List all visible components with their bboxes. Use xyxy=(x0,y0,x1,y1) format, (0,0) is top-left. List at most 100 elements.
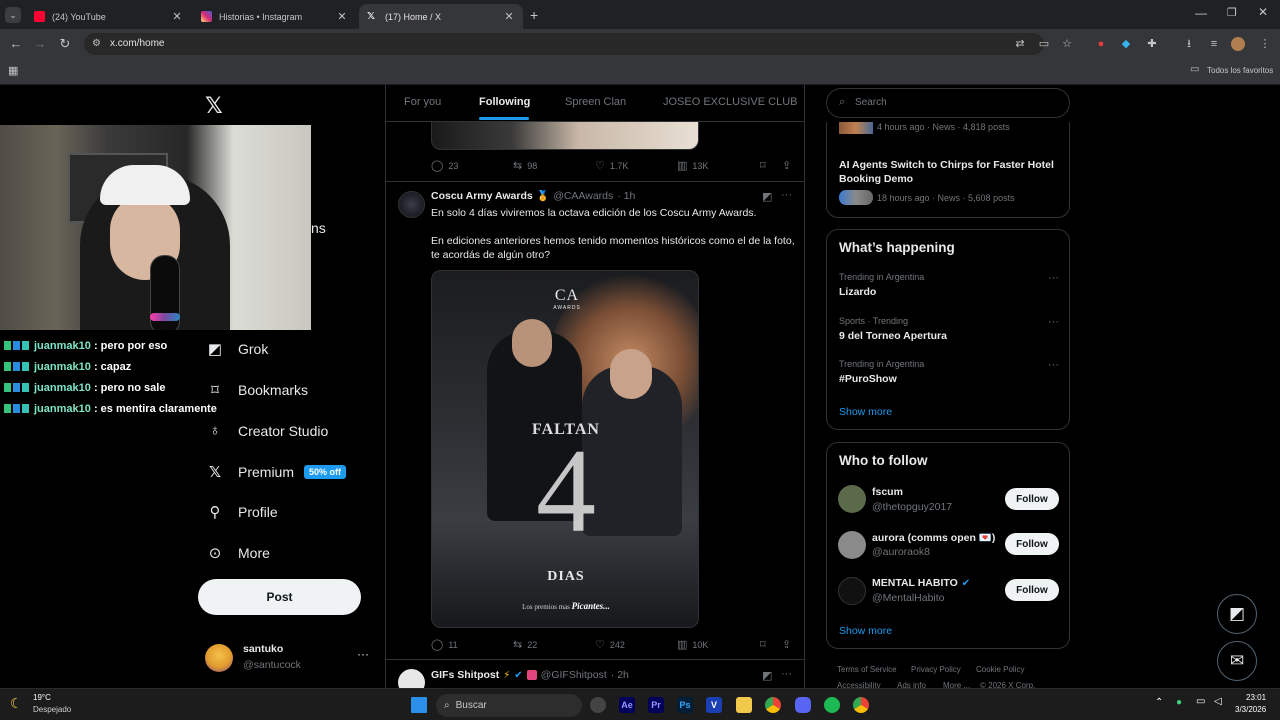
avatar[interactable] xyxy=(838,485,866,513)
share-action[interactable]: ⇪ xyxy=(782,159,796,172)
footer-link[interactable]: Terms of Service xyxy=(837,665,897,674)
windows-start-icon[interactable] xyxy=(411,697,427,713)
all-bookmarks-label[interactable]: Todos los favoritos xyxy=(1207,66,1273,75)
sidebar-item-more[interactable]: ⊙ More xyxy=(205,544,270,562)
tray-chevron-icon[interactable]: ⌃ xyxy=(1155,697,1163,708)
repost-action[interactable]: ⇆ 98 xyxy=(513,159,537,172)
footer-link[interactable]: Cookie Policy xyxy=(976,665,1024,674)
back-icon[interactable]: ← xyxy=(8,36,24,52)
reply-action[interactable]: ◯ 11 xyxy=(431,638,458,651)
post-time[interactable]: · 1h xyxy=(617,190,635,202)
tab-spreen-clan[interactable]: Spreen Clan xyxy=(565,96,626,108)
follow-name[interactable]: fscum xyxy=(872,486,903,498)
file-explorer-icon[interactable] xyxy=(736,697,752,713)
chrome-menu-icon[interactable]: ⋮ xyxy=(1257,36,1273,52)
sidebar-item-grok[interactable]: ◩ Grok xyxy=(205,340,268,358)
grok-fab[interactable]: ◩ xyxy=(1217,594,1257,634)
post-author-name[interactable]: GIFs Shitpost xyxy=(431,669,499,681)
repost-action[interactable]: ⇆ 22 xyxy=(513,638,537,651)
bookmark-action[interactable]: ⌑ xyxy=(760,638,771,651)
account-switcher[interactable]: santuko @santucock ··· xyxy=(205,641,375,677)
more-dots-icon[interactable]: ··· xyxy=(1048,316,1059,328)
new-tab-button[interactable]: + xyxy=(530,7,538,23)
sidebar-item-profile[interactable]: ⚲ Profile xyxy=(205,503,278,521)
share-action[interactable]: ⇪ xyxy=(782,638,796,651)
chrome-icon[interactable] xyxy=(853,697,869,713)
like-action[interactable]: ♡ 1.7K xyxy=(595,159,628,172)
tab-joseo-exclusive-club[interactable]: JOSEO EXCLUSIVE CLUB xyxy=(663,96,798,108)
browser-tab-x[interactable]: 𝕏 (17) Home / X ✕ xyxy=(359,4,523,29)
sidebar-item-creator-studio[interactable]: ♁ Creator Studio xyxy=(205,422,328,439)
tab-search-button[interactable]: ⌄ xyxy=(5,7,21,23)
avatar[interactable] xyxy=(838,577,866,605)
extension-red-icon[interactable]: ● xyxy=(1093,36,1109,52)
browser-tab-instagram[interactable]: Historias • Instagram ✕ xyxy=(193,4,356,29)
tab-for-you[interactable]: For you xyxy=(404,96,441,108)
volume-icon[interactable]: ◁ xyxy=(1214,696,1222,707)
post-more-icon[interactable]: ··· xyxy=(781,189,792,201)
tab-following[interactable]: Following xyxy=(479,96,530,108)
extensions-icon[interactable]: ✚ xyxy=(1144,36,1160,52)
trend-item[interactable]: Sports · Trending 9 del Torneo Apertura … xyxy=(827,314,1071,354)
post-author-handle[interactable]: @CAAwards xyxy=(553,190,613,202)
post-author-name[interactable]: Coscu Army Awards xyxy=(431,190,533,202)
download-icon[interactable]: ⭳ xyxy=(1181,36,1197,52)
media-icon[interactable]: ≡ xyxy=(1206,36,1222,52)
after-effects-icon[interactable]: Ae xyxy=(619,697,635,713)
taskbar-search[interactable]: ⌕ Buscar xyxy=(436,694,582,717)
news-title[interactable]: AI Agents Switch to Chirps for Faster Ho… xyxy=(839,158,1063,186)
more-dots-icon[interactable]: ··· xyxy=(357,647,369,661)
star-icon[interactable]: ☆ xyxy=(1059,36,1075,52)
show-more-link[interactable]: Show more xyxy=(839,406,892,418)
apps-icon[interactable]: ▦ xyxy=(8,64,18,77)
site-info-icon[interactable]: ⚙ xyxy=(92,38,101,49)
avatar[interactable] xyxy=(398,669,425,688)
search-input[interactable]: Search xyxy=(855,97,887,108)
microphone-icon[interactable]: ● xyxy=(1176,697,1182,708)
network-icon[interactable]: ▭ xyxy=(1196,696,1205,707)
follow-button[interactable]: Follow xyxy=(1005,579,1059,601)
browser-tab-youtube[interactable]: (24) YouTube ✕ xyxy=(26,4,191,29)
x-logo-icon[interactable]: 𝕏 xyxy=(205,93,223,119)
grok-post-icon[interactable]: ◩ xyxy=(762,669,772,682)
more-dots-icon[interactable]: ··· xyxy=(1048,359,1059,371)
messages-fab[interactable]: ✉ xyxy=(1217,641,1257,681)
follow-button[interactable]: Follow xyxy=(1005,533,1059,555)
search-box[interactable]: ⌕ Search xyxy=(826,88,1070,118)
avatar[interactable] xyxy=(838,531,866,559)
minimize-button[interactable]: — xyxy=(1195,6,1207,20)
translate-icon[interactable]: ⇄ xyxy=(1012,36,1028,52)
post-button[interactable]: Post xyxy=(198,579,361,615)
post-image[interactable]: CA AWARDS FALTAN 4 DIAS Los premios mas … xyxy=(431,270,699,628)
sidebar-item-premium[interactable]: 𝕏 Premium 50% off xyxy=(205,463,347,481)
grok-post-icon[interactable]: ◩ xyxy=(762,190,772,203)
reload-icon[interactable]: ↻ xyxy=(57,36,73,52)
views-action[interactable]: ▥ 13K xyxy=(677,159,708,172)
photoshop-icon[interactable]: Ps xyxy=(677,697,693,713)
reply-action[interactable]: ◯ 23 xyxy=(431,159,458,172)
post-time[interactable]: · 2h xyxy=(611,669,629,681)
cast-icon[interactable]: ▭ xyxy=(1036,36,1052,52)
weather-widget[interactable]: ☾ 19°C Despejado xyxy=(10,692,110,718)
avatar[interactable] xyxy=(398,191,425,218)
app-icon[interactable] xyxy=(590,697,606,713)
previous-post-image[interactable] xyxy=(431,122,699,150)
premiere-icon[interactable]: Pr xyxy=(648,697,664,713)
profile-avatar[interactable] xyxy=(1231,37,1245,51)
like-action[interactable]: ♡ 242 xyxy=(595,638,625,651)
more-dots-icon[interactable]: ··· xyxy=(1048,272,1059,284)
follow-name[interactable]: aurora (comms open 💌) xyxy=(872,531,995,544)
trend-item[interactable]: Trending in Argentina #PuroShow ··· xyxy=(827,357,1071,397)
vegas-icon[interactable]: V xyxy=(706,697,722,713)
close-icon[interactable]: ✕ xyxy=(171,10,183,23)
post-more-icon[interactable]: ··· xyxy=(781,668,792,680)
close-icon[interactable]: ✕ xyxy=(503,10,515,23)
spotify-icon[interactable] xyxy=(824,697,840,713)
extension-blue-icon[interactable]: ◆ xyxy=(1118,36,1134,52)
address-bar[interactable]: ⚙ x.com/home xyxy=(84,33,1044,55)
follow-name[interactable]: MENTAL HABITO ✔ xyxy=(872,577,970,589)
chrome-icon[interactable] xyxy=(765,697,781,713)
footer-link[interactable]: Privacy Policy xyxy=(911,665,961,674)
views-action[interactable]: ▥ 10K xyxy=(677,638,708,651)
show-more-link[interactable]: Show more xyxy=(839,625,892,637)
